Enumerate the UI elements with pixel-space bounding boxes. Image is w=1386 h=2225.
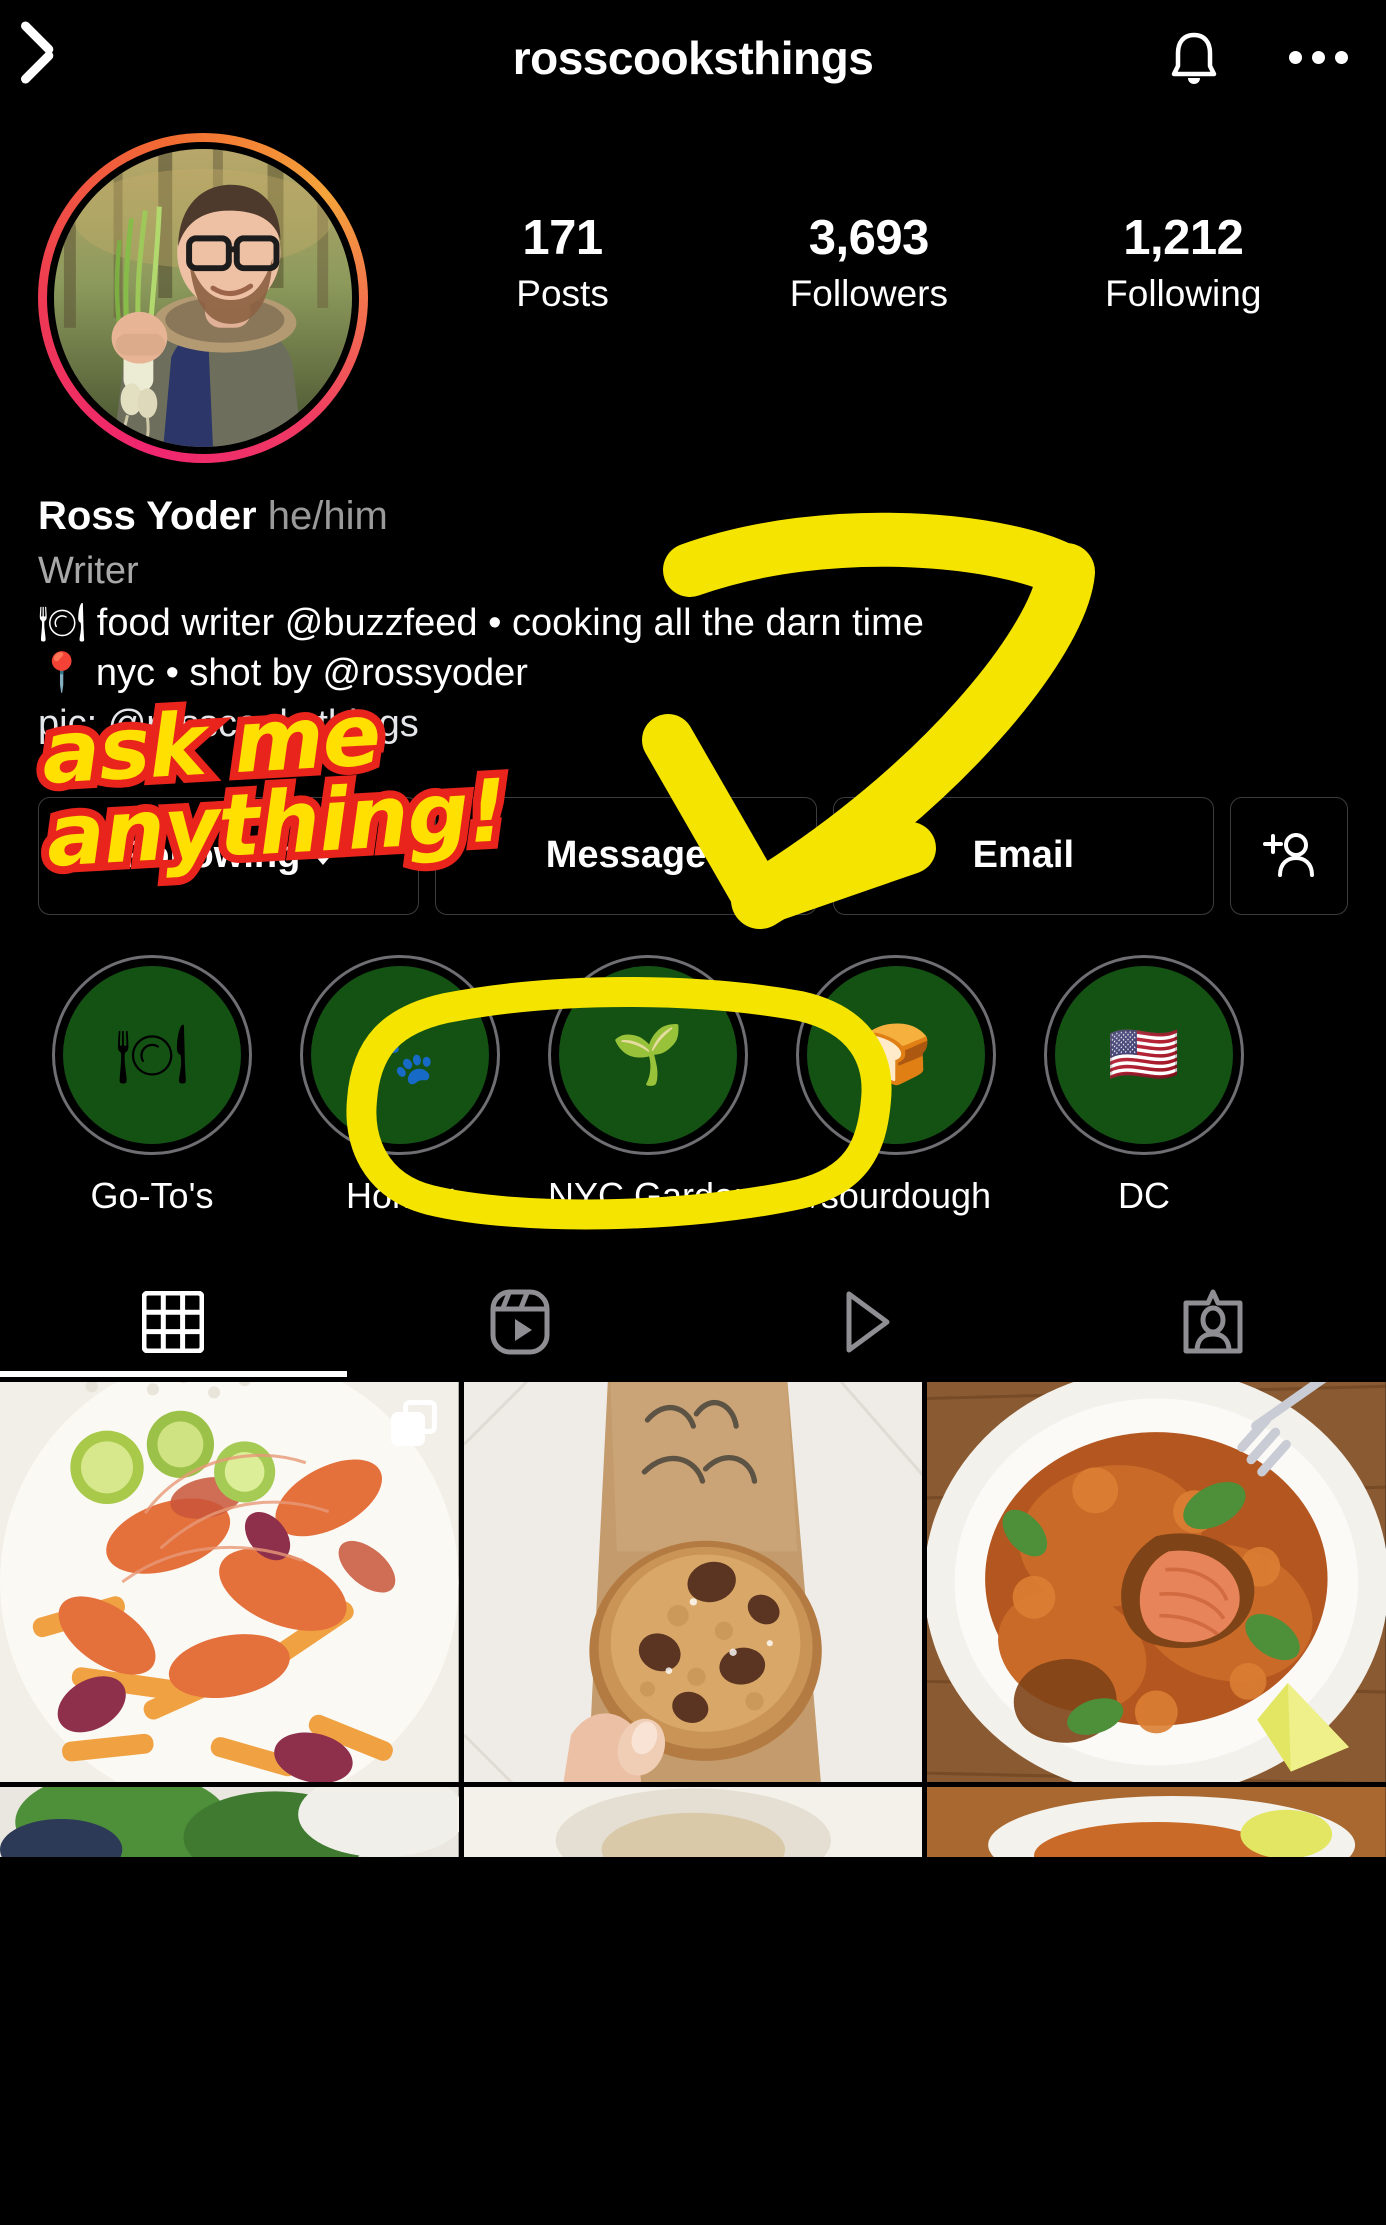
following-label: Following [1105,272,1262,314]
seedling-icon: 🌱 [559,965,737,1144]
posts-label: Posts [516,272,609,314]
following-button-label: Following [123,834,301,877]
profile-tabs [0,1266,1386,1377]
tab-tagged[interactable] [1040,1268,1386,1377]
bio-line-2: 📍 nyc • shot by @rossyoder [38,652,528,695]
following-count: 1,212 [1123,211,1244,265]
post-thumbnail-4[interactable] [0,1786,459,1857]
highlight-ring: 🌱 [548,954,748,1155]
avatar-story-ring[interactable] [38,133,368,463]
message-button[interactable]: Message [435,796,817,915]
add-person-button[interactable] [1229,796,1348,915]
post-thumbnail-5[interactable] [463,1786,923,1857]
bell-icon[interactable] [1169,30,1219,86]
stat-following[interactable]: 1,212 Following [1105,211,1261,318]
action-buttons-row: Following Message Email [0,749,1386,915]
grid-icon [142,1291,205,1354]
pronouns: he/him [267,494,388,538]
reels-icon [490,1289,550,1355]
carousel-icon [390,1399,437,1446]
bread-icon: 🍞 [807,965,985,1144]
display-name-row: Ross Yoder he/him [38,489,1348,543]
highlight-label: #sourdough [800,1174,992,1216]
avatar[interactable] [47,142,359,454]
plate-with-cutlery-icon: 🍽 [63,965,241,1144]
display-name: Ross Yoder [38,494,257,538]
highlight-label: Homer [345,1174,455,1216]
highlight-label: NYC Garden [548,1174,755,1216]
instagram-profile-screen: rosscooksthings 171 Posts 3,693 Follower… [0,0,1386,2225]
tab-video[interactable] [693,1268,1040,1377]
story-highlights-row: 🍽 Go-To's 🐾 Homer 🌱 NYC Garden 🍞 #sourdo… [0,915,1386,1217]
video-play-icon [846,1291,890,1353]
tab-grid[interactable] [0,1268,347,1377]
tab-reels[interactable] [347,1268,694,1377]
post-thumbnail-2[interactable] [463,1381,923,1782]
followers-label: Followers [789,272,949,314]
profile-summary: 171 Posts 3,693 Followers 1,212 Followin… [0,115,1386,463]
highlight-nyc-garden[interactable]: 🌱 NYC Garden [548,954,755,1217]
paw-prints-icon: 🐾 [311,965,489,1144]
post-grid-row-2-partial [0,1786,1386,1857]
chevron-down-icon [312,852,335,866]
app-header: rosscooksthings [0,0,1386,115]
email-button-label: Email [972,834,1075,877]
highlight-label: Go-To's [90,1174,214,1216]
bio-line-1: 🍽 food writer @buzzfeed • cooking all th… [38,602,924,645]
bio-section: Ross Yoder he/him Writer 🍽 food writer @… [0,463,1386,749]
message-button-label: Message [545,834,707,877]
us-flag-icon: 🇺🇸 [1055,965,1233,1144]
highlight-homer[interactable]: 🐾 Homer [300,954,500,1217]
following-button[interactable]: Following [38,796,420,915]
post-grid [0,1381,1386,1782]
stat-followers[interactable]: 3,693 Followers [790,211,948,318]
highlight-go-tos[interactable]: 🍽 Go-To's [52,954,252,1217]
highlight-ring: 🍽 [52,954,252,1155]
category-label: Writer [38,550,139,592]
highlight-label: DC [1118,1174,1170,1216]
post-thumbnail-1[interactable] [0,1381,459,1782]
email-button[interactable]: Email [832,796,1214,915]
followers-count: 3,693 [808,211,930,265]
back-chevron-icon[interactable] [38,22,98,94]
highlight-dc[interactable]: 🇺🇸 DC [1044,954,1244,1217]
tagged-photos-icon [1183,1289,1243,1354]
highlight-ring: 🍞 [796,954,996,1155]
post-thumbnail-3[interactable] [927,1381,1386,1782]
post-thumbnail-6[interactable] [927,1786,1386,1857]
add-person-icon [1262,832,1314,877]
more-options-icon[interactable] [1289,51,1348,64]
highlight-sourdough[interactable]: 🍞 #sourdough [796,954,996,1217]
stat-posts[interactable]: 171 Posts [493,211,633,318]
header-actions [1169,30,1348,86]
highlight-ring: 🇺🇸 [1044,954,1244,1155]
profile-stats: 171 Posts 3,693 Followers 1,212 Followin… [368,133,1348,318]
bio-line-3: pic: @rosscooksthings [38,702,419,745]
highlight-ring: 🐾 [300,954,500,1155]
posts-count: 171 [522,211,603,265]
